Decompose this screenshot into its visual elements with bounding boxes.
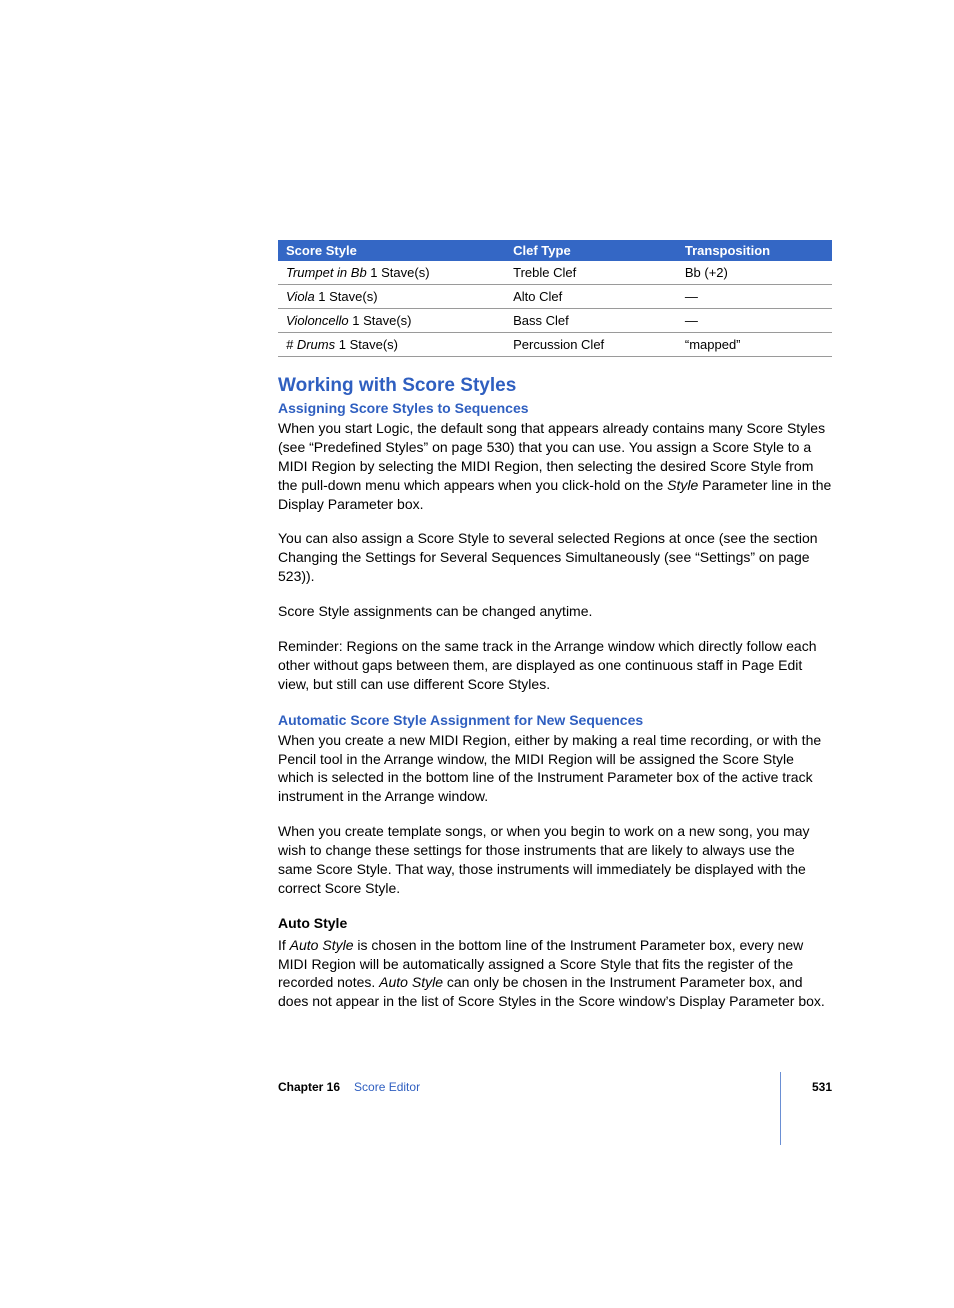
table-row: Violoncello 1 Stave(s) Bass Clef — <box>278 309 832 333</box>
footer-rule <box>780 1072 781 1145</box>
section-heading: Working with Score Styles <box>278 375 832 397</box>
cell-trans: — <box>677 285 832 309</box>
cell-clef: Percussion Clef <box>505 333 677 357</box>
body-text: When you start Logic, the default song t… <box>278 419 832 513</box>
col-transposition: Transposition <box>677 240 832 261</box>
col-clef-type: Clef Type <box>505 240 677 261</box>
cell-clef: Treble Clef <box>505 261 677 285</box>
body-text: When you create a new MIDI Region, eithe… <box>278 731 832 807</box>
cell-score-style: Violoncello 1 Stave(s) <box>278 309 505 333</box>
footer-page-number: 531 <box>812 1080 832 1094</box>
cell-clef: Alto Clef <box>505 285 677 309</box>
table-row: Viola 1 Stave(s) Alto Clef — <box>278 285 832 309</box>
cell-score-style: Viola 1 Stave(s) <box>278 285 505 309</box>
page-footer: Chapter 16 Score Editor 531 <box>278 1080 832 1094</box>
footer-chapter: Chapter 16 <box>278 1080 340 1094</box>
cell-trans: “mapped” <box>677 333 832 357</box>
cell-score-style: # Drums 1 Stave(s) <box>278 333 505 357</box>
body-text: Reminder: Regions on the same track in t… <box>278 637 832 694</box>
table-header-row: Score Style Clef Type Transposition <box>278 240 832 261</box>
subsection-heading: Automatic Score Style Assignment for New… <box>278 712 832 728</box>
body-text: Score Style assignments can be changed a… <box>278 602 832 621</box>
cell-score-style: Trumpet in Bb 1 Stave(s) <box>278 261 505 285</box>
body-text: You can also assign a Score Style to sev… <box>278 529 832 586</box>
subsection-heading: Assigning Score Styles to Sequences <box>278 400 832 416</box>
score-styles-table: Score Style Clef Type Transposition Trum… <box>278 240 832 357</box>
page-content: Score Style Clef Type Transposition Trum… <box>278 240 832 1011</box>
cell-clef: Bass Clef <box>505 309 677 333</box>
cell-trans: — <box>677 309 832 333</box>
table-row: # Drums 1 Stave(s) Percussion Clef “mapp… <box>278 333 832 357</box>
body-text: When you create template songs, or when … <box>278 822 832 898</box>
col-score-style: Score Style <box>278 240 505 261</box>
cell-trans: Bb (+2) <box>677 261 832 285</box>
run-in-heading: Auto Style <box>278 914 832 933</box>
body-text: If Auto Style is chosen in the bottom li… <box>278 936 832 1012</box>
footer-title: Score Editor <box>354 1080 420 1094</box>
table-row: Trumpet in Bb 1 Stave(s) Treble Clef Bb … <box>278 261 832 285</box>
